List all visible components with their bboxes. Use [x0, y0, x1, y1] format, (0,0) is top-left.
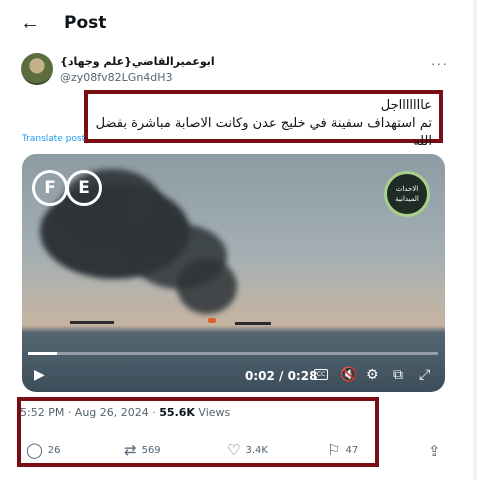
post-text-line-1: عاااااااجل [380, 98, 432, 113]
video-progress-fill [28, 352, 57, 355]
share-icon[interactable]: ⇪ [428, 442, 441, 460]
post-metadata: 5:52 PM · Aug 26, 2024 · 55.6K Views [20, 406, 230, 419]
bookmark-icon: ⚐ [327, 441, 341, 459]
repost-icon: ⇄ [124, 441, 137, 459]
views-label: Views [194, 406, 231, 419]
author-handle[interactable]: @zy08fv82LGn4dH3 [60, 71, 173, 84]
channel-badge: الاحداث الميدانية [384, 171, 430, 217]
page-title: Post [64, 13, 107, 33]
fire-glow [208, 318, 216, 323]
ship [235, 322, 271, 325]
post-text-highlight: عاااااااجل تم استهداف سفينة في خليج عدن … [84, 90, 443, 149]
video-time: 0:02 / 0:28 [245, 369, 318, 383]
translate-post-link[interactable]: Translate post [22, 134, 85, 144]
more-options-icon[interactable]: ··· [431, 55, 448, 71]
heart-icon: ♡ [227, 441, 241, 459]
video-progress-bar[interactable] [28, 352, 438, 355]
post-text-line-2: تم استهداف سفينة في خليج عدن وكانت الاصا… [95, 116, 432, 149]
logo-letter-f: F [32, 170, 68, 206]
reply-count: 26 [47, 445, 61, 456]
back-arrow-icon[interactable]: ← [20, 12, 42, 34]
right-border [473, 0, 477, 480]
picture-in-picture-icon[interactable]: ⧉ [393, 367, 403, 383]
play-icon[interactable]: ▶ [34, 367, 45, 383]
bookmark-count: 47 [345, 445, 359, 456]
action-bar: ◯ 26 ⇄ 569 ♡ 3.4K ⚐ 47 ⇪ [0, 440, 460, 462]
reply-button[interactable]: ◯ 26 [26, 443, 61, 458]
views-count: 55.6K [159, 406, 195, 419]
author-name[interactable]: ابوعميرالقاضي{علم وجهاد} [60, 55, 215, 68]
smoke-plume [177, 259, 237, 314]
video-controls: ▶ 0:02 / 0:28 CC 🔇 ⚙ ⧉ ⤢ [22, 362, 445, 390]
like-count: 3.4K [245, 445, 268, 456]
ship [70, 321, 114, 324]
captions-icon[interactable]: CC [314, 369, 328, 380]
post-timestamp[interactable]: 5:52 PM · Aug 26, 2024 · [20, 406, 159, 419]
settings-gear-icon[interactable]: ⚙ [366, 367, 379, 383]
repost-count: 569 [141, 445, 161, 456]
post-header: ← Post [0, 0, 460, 48]
logo-letter-e: E [66, 170, 102, 206]
fullscreen-icon[interactable]: ⤢ [419, 367, 430, 383]
mute-icon[interactable]: 🔇 [340, 367, 357, 383]
like-button[interactable]: ♡ 3.4K [227, 443, 268, 458]
video-player[interactable]: F E الاحداث الميدانية ▶ 0:02 / 0:28 CC 🔇… [22, 154, 445, 392]
fe-logo: F E [32, 170, 102, 206]
avatar[interactable] [21, 53, 53, 85]
repost-button[interactable]: ⇄ 569 [124, 443, 161, 458]
reply-icon: ◯ [26, 441, 43, 459]
bookmark-button[interactable]: ⚐ 47 [327, 443, 358, 458]
